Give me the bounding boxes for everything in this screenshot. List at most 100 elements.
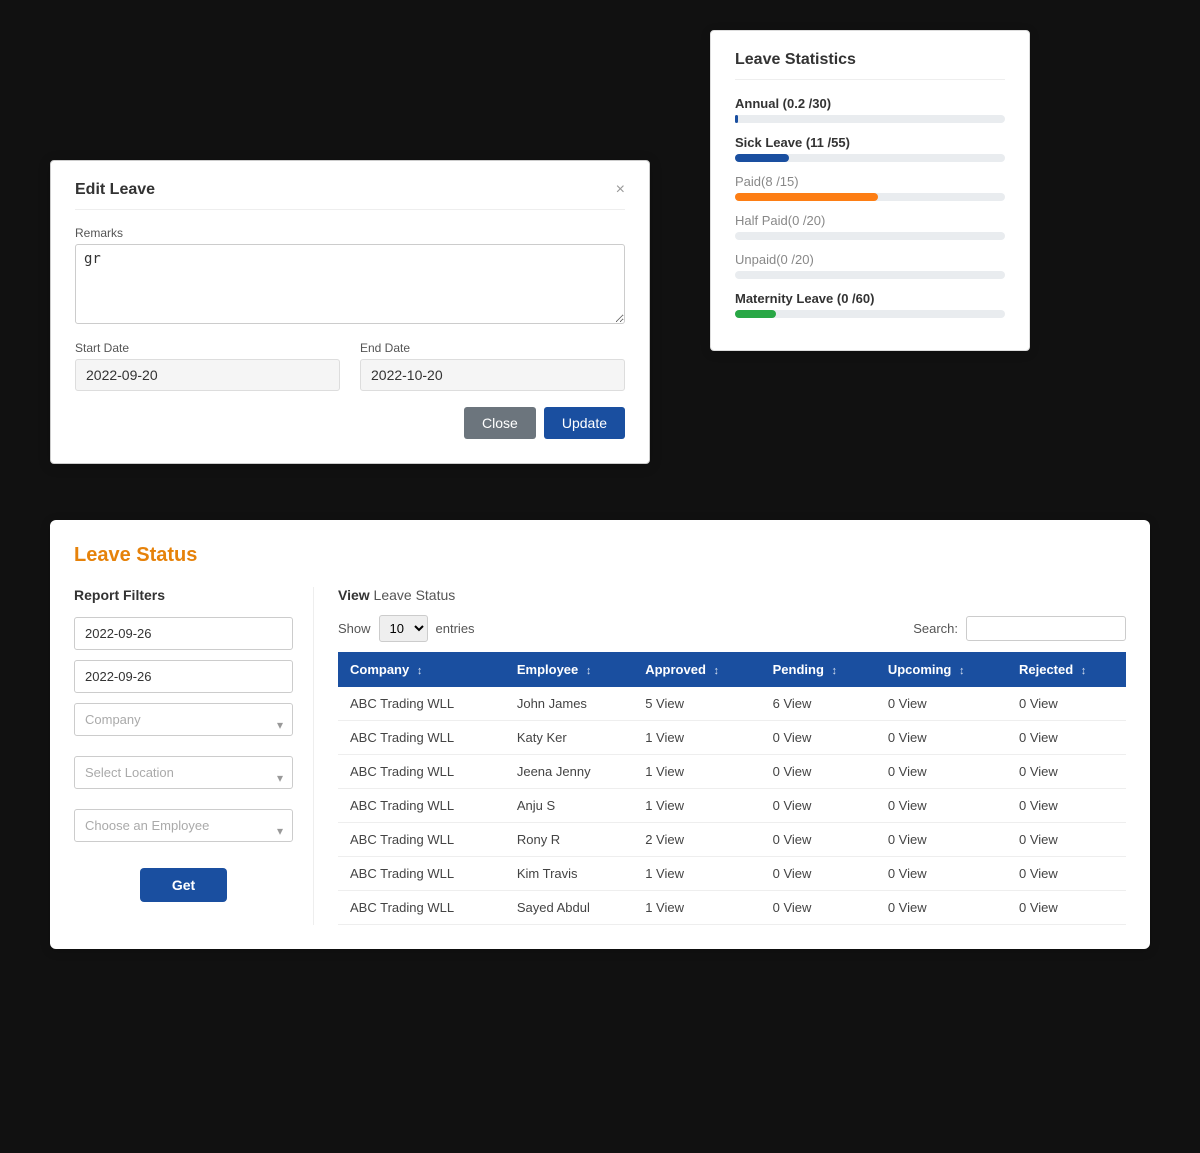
- col-employee: Employee ↕: [505, 652, 633, 687]
- cell-approved: 1 View: [633, 857, 760, 891]
- company-select[interactable]: Company: [74, 703, 293, 736]
- stat-label: Sick Leave (11 /55): [735, 135, 1005, 150]
- table-header-row: View Leave Status: [338, 587, 1126, 603]
- stat-label: Half Paid(0 /20): [735, 213, 1005, 228]
- table-body: ABC Trading WLLJohn James5 View6 View0 V…: [338, 687, 1126, 925]
- table-row: ABC Trading WLLJeena Jenny1 View0 View0 …: [338, 755, 1126, 789]
- cell-pending: 0 View: [761, 789, 876, 823]
- cell-company: ABC Trading WLL: [338, 687, 505, 721]
- stat-bar-bg: [735, 232, 1005, 240]
- date-row: Start Date End Date: [75, 341, 625, 391]
- cell-upcoming: 0 View: [876, 823, 1007, 857]
- stats-items: Annual (0.2 /30)Sick Leave (11 /55)Paid(…: [735, 96, 1005, 318]
- cell-upcoming: 0 View: [876, 721, 1007, 755]
- cell-employee: John James: [505, 687, 633, 721]
- modal-title: Edit Leave: [75, 181, 155, 199]
- view-bold: View: [338, 587, 374, 603]
- col-rejected: Rejected ↕: [1007, 652, 1126, 687]
- cell-pending: 6 View: [761, 687, 876, 721]
- cell-employee: Kim Travis: [505, 857, 633, 891]
- sort-icon-employee: ↕: [586, 665, 592, 677]
- cell-employee: Katy Ker: [505, 721, 633, 755]
- end-date-input[interactable]: [360, 359, 625, 391]
- cell-rejected: 0 View: [1007, 823, 1126, 857]
- section-title: Leave Status: [74, 544, 1126, 567]
- cell-approved: 5 View: [633, 687, 760, 721]
- cell-company: ABC Trading WLL: [338, 755, 505, 789]
- table-head: Company ↕ Employee ↕ Approved ↕ Pending …: [338, 652, 1126, 687]
- stats-title: Leave Statistics: [735, 51, 1005, 80]
- start-date-group: Start Date: [75, 341, 340, 391]
- cell-rejected: 0 View: [1007, 687, 1126, 721]
- table-row: ABC Trading WLLRony R2 View0 View0 View0…: [338, 823, 1126, 857]
- modal-header: Edit Leave ×: [75, 181, 625, 210]
- sort-icon-upcoming: ↕: [959, 665, 965, 677]
- cell-pending: 0 View: [761, 823, 876, 857]
- cell-approved: 2 View: [633, 823, 760, 857]
- start-date-label: Start Date: [75, 341, 340, 355]
- col-company: Company ↕: [338, 652, 505, 687]
- cell-employee: Sayed Abdul: [505, 891, 633, 925]
- cell-pending: 0 View: [761, 755, 876, 789]
- cell-upcoming: 0 View: [876, 789, 1007, 823]
- view-label: View Leave Status: [338, 587, 455, 603]
- edit-leave-modal: Edit Leave × Remarks gr Start Date End D…: [50, 160, 650, 464]
- sort-icon-company: ↕: [417, 665, 423, 677]
- stat-bar-bg: [735, 310, 1005, 318]
- cell-rejected: 0 View: [1007, 891, 1126, 925]
- stat-item: Paid(8 /15): [735, 174, 1005, 201]
- cell-company: ABC Trading WLL: [338, 823, 505, 857]
- stat-bar-fill: [735, 115, 738, 123]
- location-select-wrapper: Select Location: [74, 756, 293, 799]
- cell-upcoming: 0 View: [876, 857, 1007, 891]
- cell-upcoming: 0 View: [876, 687, 1007, 721]
- stat-item: Maternity Leave (0 /60): [735, 291, 1005, 318]
- cell-rejected: 0 View: [1007, 721, 1126, 755]
- employee-select[interactable]: Choose an Employee: [74, 809, 293, 842]
- search-box: Search:: [913, 616, 1126, 641]
- search-input[interactable]: [966, 616, 1126, 641]
- cell-approved: 1 View: [633, 755, 760, 789]
- filters-panel: Report Filters Company Select Location C…: [74, 587, 314, 925]
- start-date-input[interactable]: [75, 359, 340, 391]
- stat-bar-bg: [735, 115, 1005, 123]
- stat-label: Maternity Leave (0 /60): [735, 291, 1005, 306]
- table-area: View Leave Status Show 10 25 50 entries …: [314, 587, 1126, 925]
- get-button[interactable]: Get: [140, 868, 227, 902]
- cell-pending: 0 View: [761, 857, 876, 891]
- end-date-group: End Date: [360, 341, 625, 391]
- stat-item: Unpaid(0 /20): [735, 252, 1005, 279]
- close-button[interactable]: Close: [464, 407, 536, 439]
- cell-company: ABC Trading WLL: [338, 789, 505, 823]
- end-date-label: End Date: [360, 341, 625, 355]
- cell-company: ABC Trading WLL: [338, 721, 505, 755]
- company-select-wrapper: Company: [74, 703, 293, 746]
- table-row: ABC Trading WLLAnju S1 View0 View0 View0…: [338, 789, 1126, 823]
- table-row: ABC Trading WLLJohn James5 View6 View0 V…: [338, 687, 1126, 721]
- modal-close-button[interactable]: ×: [616, 181, 625, 199]
- remarks-label: Remarks: [75, 226, 625, 240]
- cell-approved: 1 View: [633, 891, 760, 925]
- cell-rejected: 0 View: [1007, 857, 1126, 891]
- cell-rejected: 0 View: [1007, 755, 1126, 789]
- cell-rejected: 0 View: [1007, 789, 1126, 823]
- sort-icon-approved: ↕: [714, 665, 720, 677]
- cell-company: ABC Trading WLL: [338, 891, 505, 925]
- stat-label: Paid(8 /15): [735, 174, 1005, 189]
- entries-label: entries: [436, 621, 475, 636]
- remarks-group: Remarks gr: [75, 226, 625, 327]
- employee-select-wrapper: Choose an Employee: [74, 809, 293, 852]
- table-row: ABC Trading WLLKaty Ker1 View0 View0 Vie…: [338, 721, 1126, 755]
- entries-select[interactable]: 10 25 50: [379, 615, 428, 642]
- cell-pending: 0 View: [761, 721, 876, 755]
- cell-employee: Rony R: [505, 823, 633, 857]
- cell-employee: Jeena Jenny: [505, 755, 633, 789]
- leave-status-body: Report Filters Company Select Location C…: [74, 587, 1126, 925]
- date1-input[interactable]: [74, 617, 293, 650]
- sort-icon-pending: ↕: [832, 665, 838, 677]
- filters-title: Report Filters: [74, 587, 293, 603]
- remarks-textarea[interactable]: gr: [75, 244, 625, 324]
- location-select[interactable]: Select Location: [74, 756, 293, 789]
- date2-input[interactable]: [74, 660, 293, 693]
- update-button[interactable]: Update: [544, 407, 625, 439]
